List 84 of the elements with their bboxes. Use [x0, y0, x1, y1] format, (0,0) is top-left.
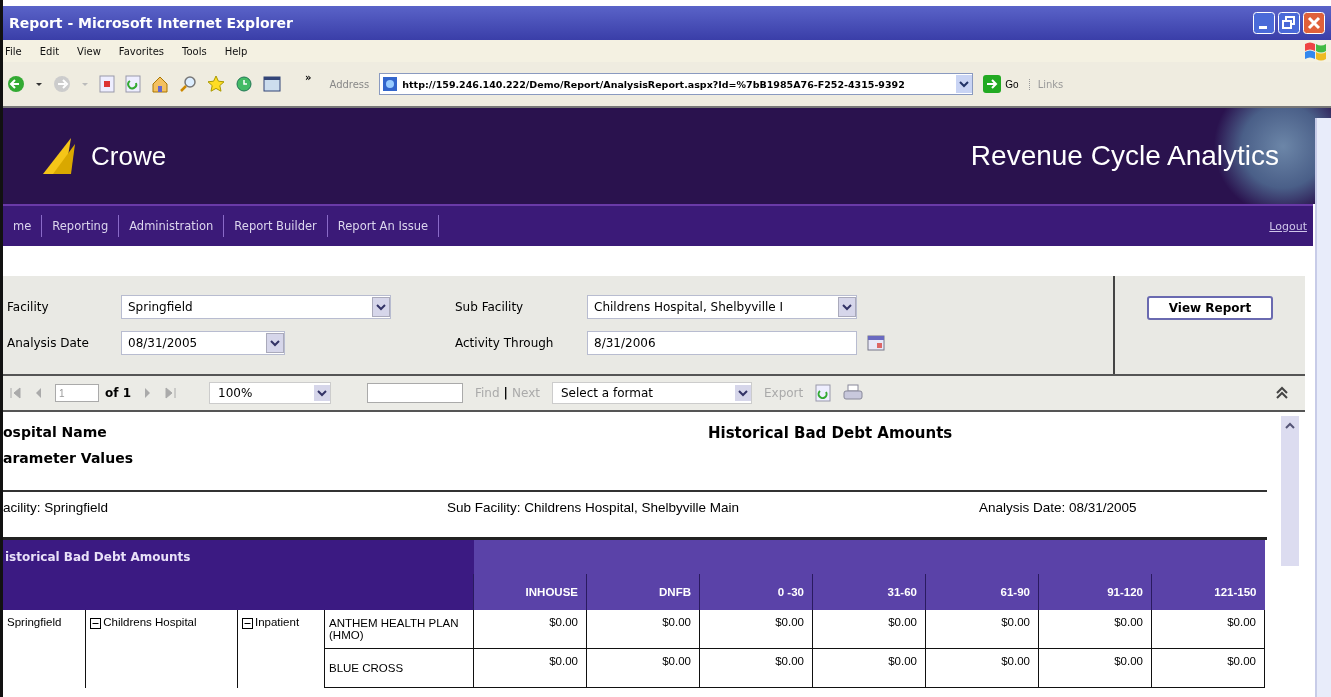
- menu-item[interactable]: Edit: [39, 45, 60, 57]
- window-title: Report - Microsoft Internet Explorer: [9, 15, 294, 31]
- close-icon[interactable]: [1303, 12, 1325, 34]
- star-icon[interactable]: [207, 75, 225, 93]
- table-cell: $0.00: [1151, 648, 1265, 688]
- nav-tab[interactable]: me: [3, 215, 43, 237]
- table-cell: $0.00: [699, 648, 813, 688]
- date-field[interactable]: 8/31/2006: [587, 331, 857, 355]
- dropdown-field[interactable]: 08/31/2005: [121, 331, 285, 355]
- stop-page-icon[interactable]: [99, 75, 115, 93]
- column-header: DNFB: [586, 574, 700, 610]
- collapse-box-icon[interactable]: [241, 618, 253, 629]
- table-cell: $0.00: [1151, 610, 1265, 649]
- dropdown-field[interactable]: Springfield: [121, 295, 391, 319]
- home-icon[interactable]: [151, 75, 169, 93]
- table-cell: $0.00: [586, 610, 700, 649]
- table-cell: $0.00: [1038, 610, 1152, 649]
- table-cell: BLUE CROSS: [324, 648, 474, 688]
- field-label: Activity Through: [454, 336, 555, 350]
- nav-tab[interactable]: Report Builder: [224, 215, 328, 237]
- logout-link[interactable]: Logout: [1269, 219, 1313, 233]
- column-header: 0 -30: [699, 574, 813, 610]
- collapse-icon[interactable]: [1275, 386, 1289, 400]
- table-title: istorical Bad Debt Amounts: [3, 540, 474, 574]
- table-cell: $0.00: [586, 648, 700, 688]
- table-cell: $0.00: [473, 648, 587, 688]
- page-icon[interactable]: [382, 76, 399, 92]
- dropdown-field[interactable]: Childrens Hospital, Shelbyville I: [587, 295, 857, 319]
- analysis-date-text: Analysis Date: 08/31/2005: [978, 500, 1137, 517]
- report-label: arameter Values: [3, 450, 134, 466]
- table-cell: $0.00: [925, 648, 1039, 688]
- windows-flag-icon[interactable]: [1303, 40, 1327, 62]
- toolbar-overflow-button[interactable]: »: [305, 72, 312, 83]
- report-label: ospital Name: [3, 424, 108, 440]
- brand-name: Crowe: [91, 140, 167, 172]
- refresh-icon[interactable]: [815, 384, 832, 402]
- menu-item[interactable]: View: [77, 45, 101, 57]
- table-cell: $0.00: [1038, 648, 1152, 688]
- calendar-icon[interactable]: [867, 334, 885, 352]
- minimize-icon[interactable]: [1253, 12, 1275, 34]
- sub-facility-text: Sub Facility: Childrens Hospital, Shelbyville Main: [446, 500, 740, 517]
- go-button[interactable]: Go: [983, 75, 1019, 93]
- table-cell: $0.00: [473, 610, 587, 649]
- column-header: 91-120: [1038, 574, 1152, 610]
- nav-tab[interactable]: Reporting: [42, 215, 120, 237]
- column-header: 121-150: [1151, 574, 1265, 610]
- table-cell: Childrens Hospital: [103, 616, 197, 628]
- menu-item[interactable]: Favorites: [118, 45, 164, 57]
- window-icon[interactable]: [263, 75, 281, 93]
- printer-icon[interactable]: [843, 384, 864, 402]
- column-header: 61-90: [925, 574, 1039, 610]
- table-cell: $0.00: [812, 648, 926, 688]
- column-header: 31-60: [812, 574, 926, 610]
- table-cell: $0.00: [925, 610, 1039, 649]
- field-label: Analysis Date: [6, 336, 90, 350]
- field-label: Facility: [6, 300, 50, 314]
- nav-tab[interactable]: Report An Issue: [327, 215, 440, 237]
- scrollbar[interactable]: [1315, 118, 1331, 697]
- restore-icon[interactable]: [1278, 12, 1300, 34]
- menu-item[interactable]: File: [5, 45, 22, 57]
- app-title: Revenue Cycle Analytics: [970, 140, 1279, 172]
- refresh-page-icon[interactable]: [125, 75, 141, 93]
- report-title: Historical Bad Debt Amounts: [708, 423, 953, 444]
- table-cell: ANTHEM HEALTH PLAN (HMO): [324, 610, 474, 649]
- table-cell: $0.00: [699, 610, 813, 649]
- find-field[interactable]: [367, 383, 463, 403]
- table-cell: $0.00: [812, 610, 926, 649]
- table-cell-text: Springfield: [7, 616, 63, 628]
- address-label: Address: [329, 78, 370, 90]
- collapse-box-icon[interactable]: [90, 618, 102, 629]
- view-report-button[interactable]: View Report: [1146, 296, 1274, 320]
- facility-text: acility: Springfield: [3, 500, 110, 517]
- separator-text: |: [503, 386, 508, 400]
- nav-tab[interactable]: Administration: [119, 215, 225, 237]
- page-count: of 1: [105, 386, 131, 400]
- search-icon[interactable]: [179, 75, 197, 93]
- column-header: INHOUSE: [473, 574, 587, 610]
- table-cell: Inpatient: [254, 616, 300, 628]
- field-label: Sub Facility: [454, 300, 525, 314]
- menu-item[interactable]: Help: [224, 45, 248, 57]
- scrollbar[interactable]: [1281, 416, 1299, 566]
- menu-item[interactable]: Tools: [182, 45, 207, 57]
- scroll-up-icon[interactable]: [1284, 420, 1296, 430]
- address-field[interactable]: http://159.246.140.222/Demo/Report/AnalysisReport.aspx?Id=%7bB1985A76-F252-4315-9392: [379, 73, 974, 95]
